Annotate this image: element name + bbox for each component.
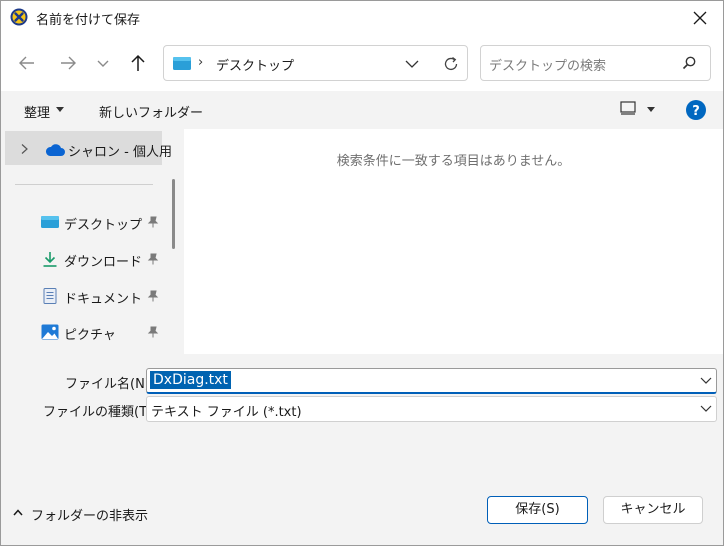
pin-icon[interactable] bbox=[147, 253, 159, 265]
arrow-left-icon[interactable] bbox=[16, 52, 38, 74]
sidebar-item-desktop[interactable]: デスクトップ bbox=[1, 207, 166, 237]
desktop-icon bbox=[173, 57, 191, 70]
dialog-footer: フォルダーの非表示 保存(S) キャンセル bbox=[1, 469, 723, 545]
sidebar-item-label: ドキュメント bbox=[64, 292, 143, 307]
filetype-value: テキスト ファイル (*.txt) bbox=[151, 405, 302, 420]
command-bar: 整理 新しいフォルダー ? bbox=[1, 91, 723, 129]
filename-input[interactable]: DxDiag.txt bbox=[146, 368, 717, 394]
search-box[interactable]: デスクトップの検索 bbox=[480, 45, 711, 81]
sidebar-item-pictures[interactable]: ピクチャ bbox=[1, 317, 166, 347]
search-icon[interactable] bbox=[681, 55, 697, 71]
sidebar-item-label: ダウンロード bbox=[64, 255, 143, 270]
new-folder-button[interactable]: 新しいフォルダー bbox=[99, 102, 203, 121]
filetype-label: ファイルの種類(T): bbox=[43, 405, 157, 420]
file-fields: ファイル名(N): DxDiag.txt ファイルの種類(T): テキスト ファ… bbox=[1, 354, 723, 469]
chevron-down-icon[interactable] bbox=[700, 405, 712, 413]
pin-icon[interactable] bbox=[147, 216, 159, 228]
window-title: 名前を付けて保存 bbox=[36, 13, 141, 28]
address-bar[interactable]: › デスクトップ bbox=[163, 45, 468, 81]
cloud-icon bbox=[45, 144, 65, 156]
arrow-up-icon[interactable] bbox=[127, 52, 149, 74]
chevron-down-icon[interactable] bbox=[92, 52, 114, 74]
hide-folders-button[interactable]: フォルダーの非表示 bbox=[31, 505, 148, 524]
organize-button[interactable]: 整理 bbox=[24, 102, 50, 121]
navigation-pane: シャロン - 個人用 デスクトップ ダウンロード ドキュメント ピクチャ bbox=[1, 129, 183, 354]
picture-icon bbox=[41, 324, 59, 340]
caret-down-icon[interactable] bbox=[56, 107, 64, 113]
sidebar-item-onedrive[interactable]: シャロン - 個人用 bbox=[5, 131, 172, 165]
chevron-down-icon[interactable] bbox=[700, 377, 712, 385]
chevron-up-icon[interactable] bbox=[13, 509, 23, 516]
filetype-select[interactable]: テキスト ファイル (*.txt) bbox=[146, 396, 717, 422]
filename-value[interactable]: DxDiag.txt bbox=[150, 371, 231, 389]
arrow-right-icon[interactable] bbox=[57, 52, 79, 74]
scrollbar-thumb[interactable] bbox=[172, 179, 175, 249]
navigation-bar: › デスクトップ デスクトップの検索 bbox=[1, 35, 723, 91]
pin-icon[interactable] bbox=[147, 326, 159, 338]
sidebar-item-downloads[interactable]: ダウンロード bbox=[1, 244, 166, 274]
save-button[interactable]: 保存(S) bbox=[487, 496, 588, 524]
download-icon bbox=[43, 252, 57, 267]
refresh-icon[interactable] bbox=[442, 55, 460, 73]
desktop-icon bbox=[41, 216, 59, 228]
divider bbox=[15, 184, 153, 185]
help-icon[interactable]: ? bbox=[685, 99, 707, 121]
empty-message: 検索条件に一致する項目はありません。 bbox=[336, 154, 571, 169]
chevron-right-icon[interactable] bbox=[21, 144, 29, 154]
view-icon[interactable] bbox=[620, 101, 636, 115]
document-icon bbox=[43, 288, 57, 304]
chevron-down-icon[interactable] bbox=[404, 56, 420, 72]
pin-icon[interactable] bbox=[147, 290, 159, 302]
sidebar-item-documents[interactable]: ドキュメント bbox=[1, 281, 166, 311]
close-icon[interactable] bbox=[689, 7, 711, 29]
caret-down-icon[interactable] bbox=[647, 107, 655, 113]
breadcrumb-separator: › bbox=[198, 55, 204, 70]
sidebar-item-label: ピクチャ bbox=[64, 328, 116, 343]
sidebar-item-label: デスクトップ bbox=[64, 218, 143, 233]
filename-label: ファイル名(N): bbox=[65, 377, 155, 392]
cancel-button[interactable]: キャンセル bbox=[603, 496, 703, 524]
title-bar: 名前を付けて保存 bbox=[1, 1, 723, 35]
breadcrumb-desktop[interactable]: デスクトップ bbox=[216, 55, 294, 74]
save-as-dialog: 名前を付けて保存 › デスクトップ デスクトップの検索 整理 新しいフォルダー … bbox=[0, 0, 724, 546]
file-list[interactable]: 検索条件に一致する項目はありません。 bbox=[184, 129, 723, 354]
svg-text:?: ? bbox=[692, 104, 700, 119]
search-input[interactable]: デスクトップの検索 bbox=[489, 55, 606, 74]
dxdiag-icon bbox=[10, 8, 28, 26]
sidebar-item-label: シャロン - 個人用 bbox=[68, 145, 172, 160]
